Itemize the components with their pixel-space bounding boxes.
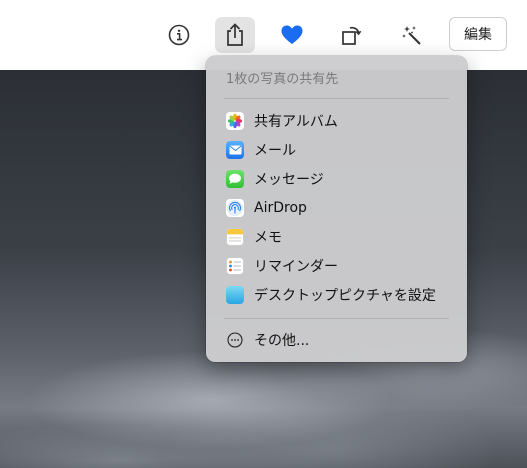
more-icon <box>226 331 244 349</box>
share-item-shared-album[interactable]: 共有アルバム <box>214 107 459 135</box>
share-item-label: メッセージ <box>254 172 324 188</box>
info-button[interactable] <box>159 17 199 53</box>
share-item-more-label: その他... <box>254 333 310 349</box>
messages-icon <box>226 170 244 188</box>
heart-icon <box>281 25 303 44</box>
share-item-label: デスクトップピクチャを設定 <box>254 288 436 304</box>
share-item-desktop-picture[interactable]: デスクトップピクチャを設定 <box>214 281 459 309</box>
menu-separator <box>224 318 449 319</box>
rotate-button[interactable] <box>331 17 371 53</box>
desktop-picture-icon <box>226 286 244 304</box>
share-button[interactable] <box>215 17 255 53</box>
share-item-mail[interactable]: メール <box>214 136 459 164</box>
share-item-more[interactable]: その他... <box>214 326 459 354</box>
notes-icon <box>226 228 244 246</box>
auto-enhance-button[interactable] <box>392 17 432 53</box>
reminders-icon <box>226 257 244 275</box>
share-menu-header: 1枚の写真の共有先 <box>226 72 339 87</box>
rotate-icon <box>342 26 362 45</box>
photos-icon <box>226 112 244 130</box>
favorite-button[interactable] <box>272 17 312 53</box>
share-icon <box>227 23 243 46</box>
share-item-reminders[interactable]: リマインダー <box>214 252 459 280</box>
airdrop-icon <box>226 199 244 217</box>
edit-button[interactable]: 編集 <box>449 17 507 51</box>
share-item-label: 共有アルバム <box>254 114 338 130</box>
share-item-label: AirDrop <box>254 200 307 216</box>
share-item-label: メモ <box>254 230 282 246</box>
share-item-notes[interactable]: メモ <box>214 223 459 251</box>
magic-wand-icon <box>402 26 421 45</box>
share-menu: 1枚の写真の共有先 共有アルバム メール メッセージ AirDrop メモ リマ… <box>206 56 467 362</box>
menu-separator <box>224 98 449 99</box>
share-item-label: メール <box>254 143 296 159</box>
mail-icon <box>226 141 244 159</box>
share-item-airdrop[interactable]: AirDrop <box>214 194 459 222</box>
share-item-label: リマインダー <box>254 259 338 275</box>
share-item-messages[interactable]: メッセージ <box>214 165 459 193</box>
info-icon <box>168 24 190 46</box>
